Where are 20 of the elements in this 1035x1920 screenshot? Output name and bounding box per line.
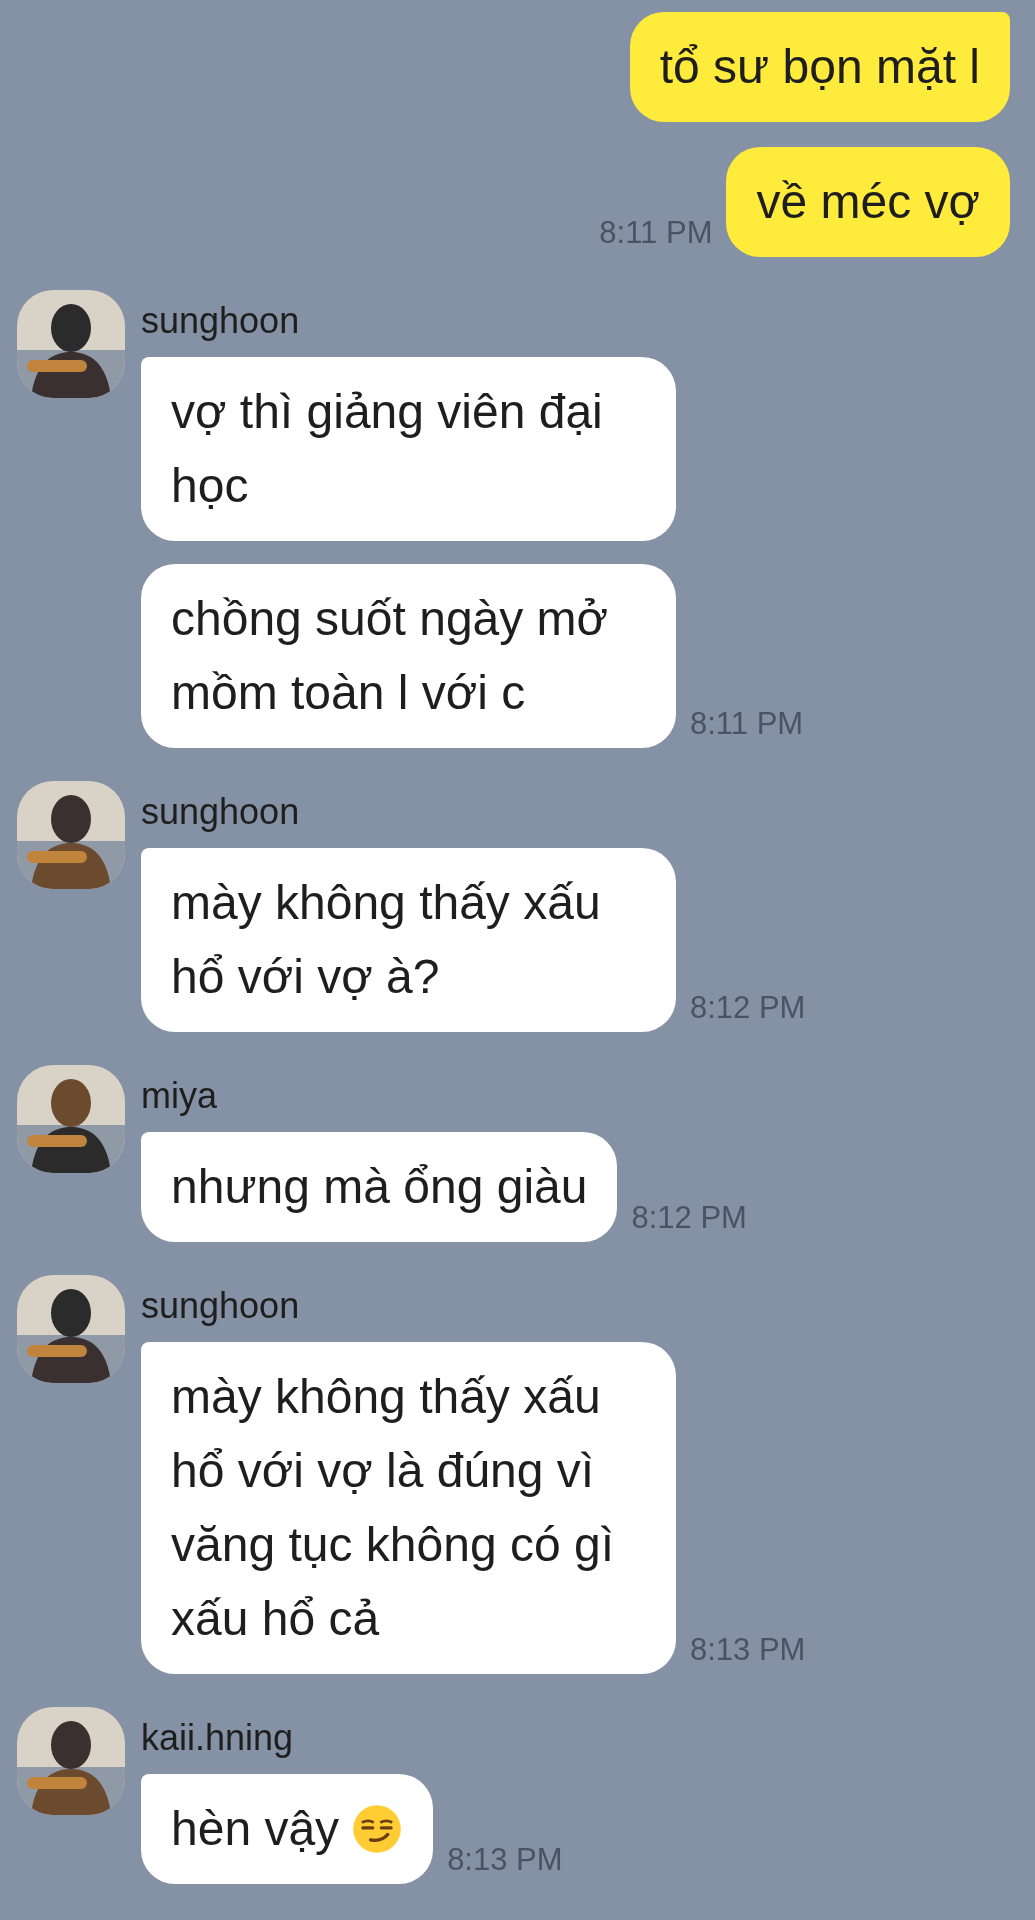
message-bubble: tổ sư bọn mặt l [629,12,1010,122]
message-time: 8:13 PM [690,1631,806,1669]
message-time: 8:12 PM [690,989,806,1027]
sender-name: sunghoon [141,790,301,834]
sender-name: kaii.hning [141,1716,295,1760]
message-text: vợ thì giảng viên đại học [171,384,604,514]
message-time: 8:11 PM [690,705,804,743]
message-time: 8:12 PM [631,1199,747,1237]
smirk-emoji-icon [351,1803,404,1855]
message-time: 8:11 PM [599,214,713,252]
sender-name: sunghoon [141,1284,301,1328]
message-bubble: về méc vợ [726,147,1010,257]
message-time: 8:13 PM [447,1841,563,1879]
message-text: hèn vậy [171,1801,340,1857]
sender-name: sunghoon [141,299,301,343]
message-text: mày không thấy xấu hổ với vợ là đúng vì văng tục không có gì xấu hổ cả [171,1369,615,1647]
message-text: nhưng mà ổng giàu [171,1159,588,1215]
message-text: chồng suốt ngày mở mồm toàn l với c [171,591,610,721]
message-text: mày không thấy xấu hổ với vợ à? [171,875,602,1005]
sender-name: miya [141,1074,218,1118]
